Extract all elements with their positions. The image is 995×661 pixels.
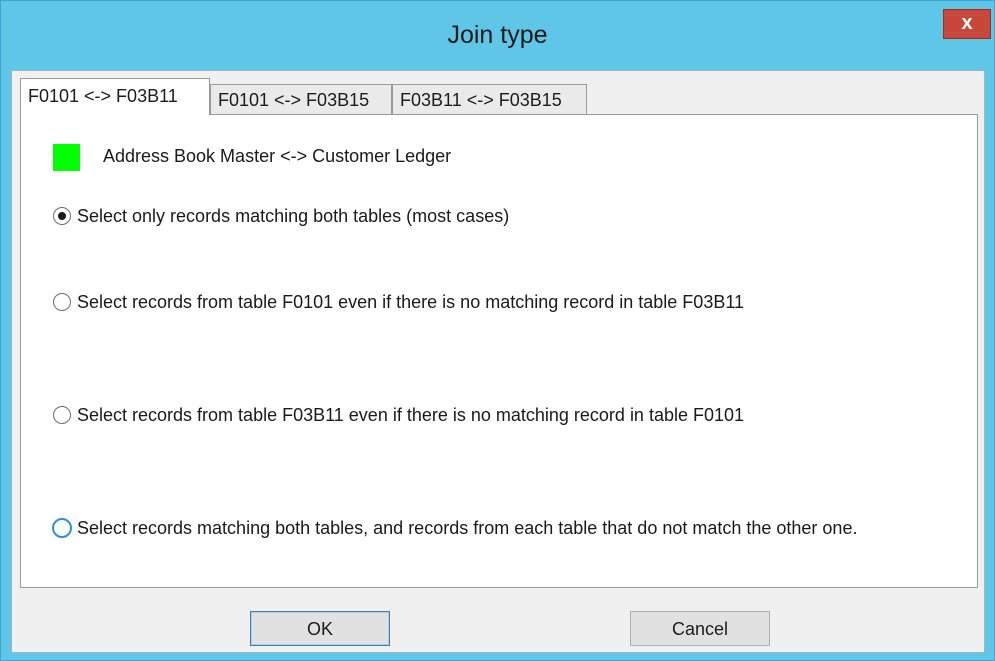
dialog-title: Join type (447, 21, 548, 49)
tab-f0101-f03b11[interactable]: F0101 <-> F03B11 (20, 78, 210, 115)
join-type-dialog: Join type x F0101 <-> F03B11 F0101 <-> F… (0, 0, 995, 661)
radio-right-join[interactable] (53, 406, 71, 424)
tab-f0101-f03b15[interactable]: F0101 <-> F03B15 (210, 84, 392, 114)
title-bar[interactable]: Join type x (1, 1, 994, 69)
tab-f03b11-f03b15[interactable]: F03B11 <-> F03B15 (392, 84, 587, 114)
relation-label: Address Book Master <-> Customer Ledger (103, 146, 452, 166)
cancel-button[interactable]: Cancel (630, 611, 770, 646)
dialog-client-area: F0101 <-> F03B11 F0101 <-> F03B15 F03B11… (11, 70, 985, 653)
radio-left-join[interactable] (53, 293, 71, 311)
option-label[interactable]: Select only records matching both tables… (77, 206, 509, 227)
option-label[interactable]: Select records from table F0101 even if … (77, 292, 744, 313)
radio-inner-join[interactable] (53, 207, 71, 225)
radio-full-join[interactable] (52, 518, 72, 538)
tab-panel: Address Book Master <-> Customer Ledger … (20, 114, 978, 588)
option-label[interactable]: Select records matching both tables, and… (77, 518, 857, 539)
relation-color-swatch (53, 144, 80, 171)
option-label[interactable]: Select records from table F03B11 even if… (77, 405, 744, 426)
close-icon: x (961, 12, 973, 34)
close-button[interactable]: x (943, 9, 991, 39)
ok-button[interactable]: OK (250, 611, 390, 646)
